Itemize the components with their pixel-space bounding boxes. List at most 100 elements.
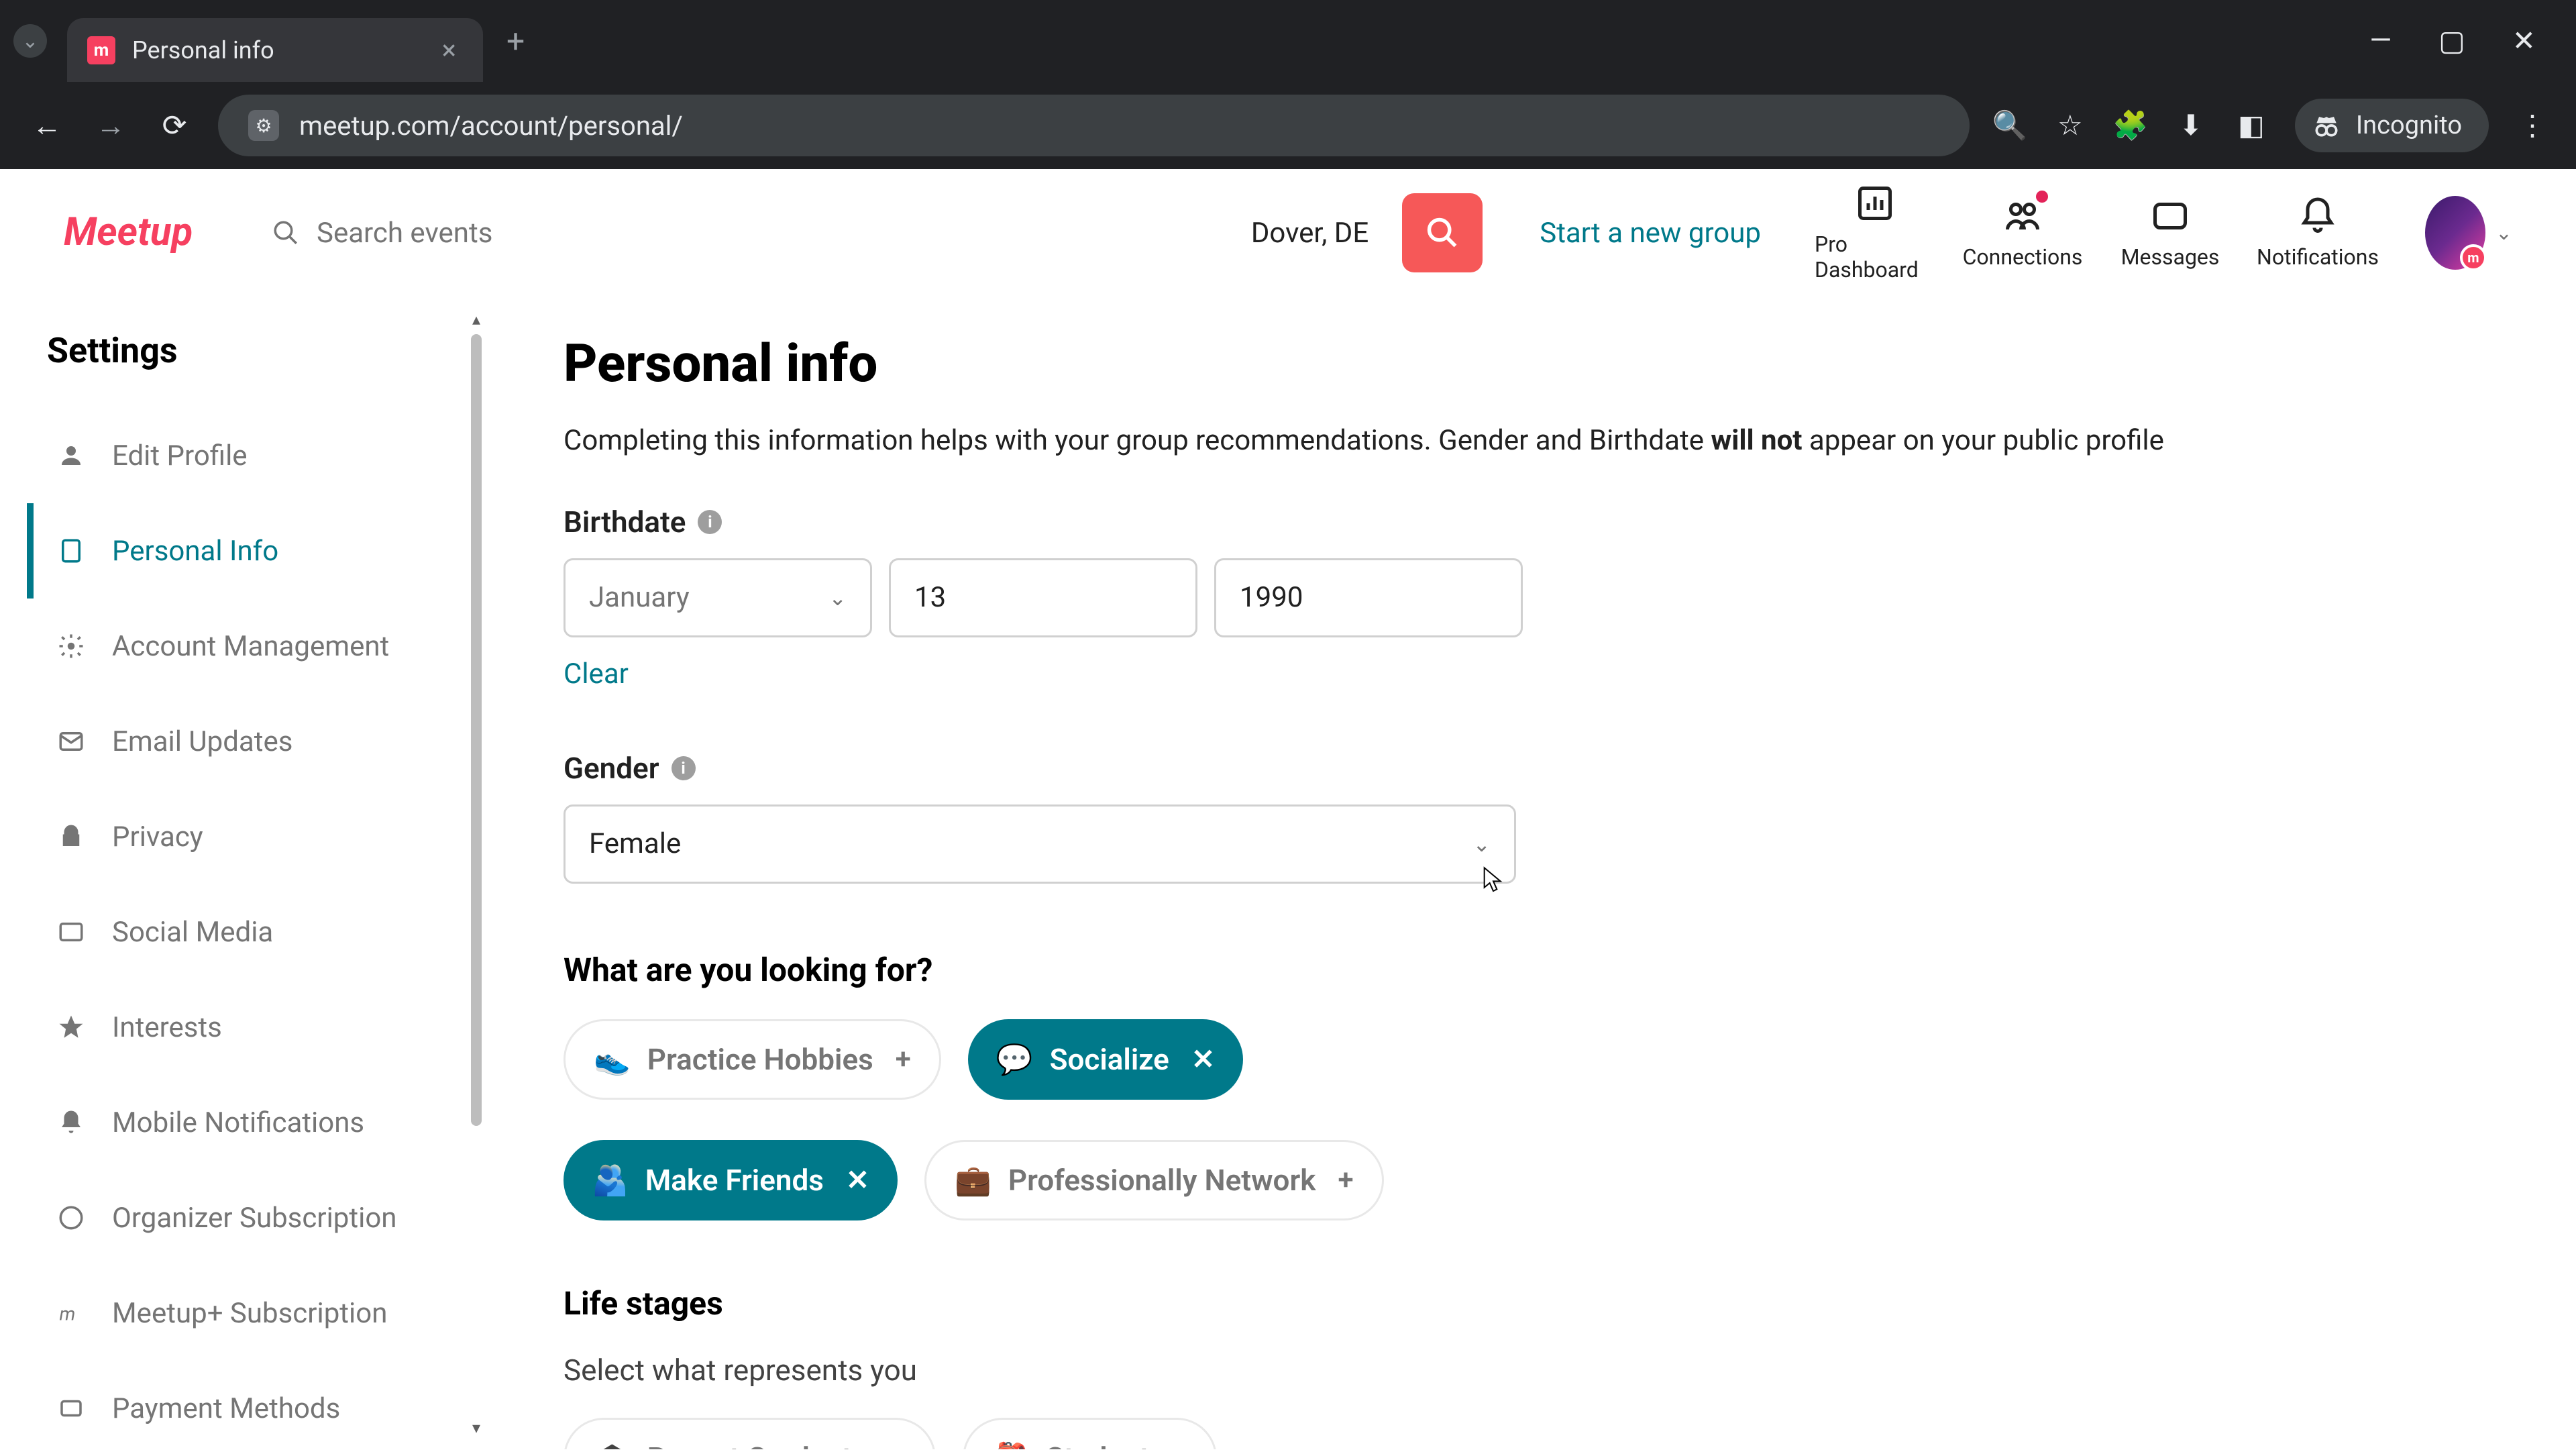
looking-for-chip-make-friends[interactable]: 🫂Make Friends✕ — [564, 1140, 898, 1220]
sidebar-icon — [57, 727, 85, 756]
sidebar-scrollbar[interactable]: ▴ ▾ — [470, 310, 483, 1437]
remove-icon: ✕ — [846, 1163, 869, 1197]
address-bar[interactable]: ⚙ meetup.com/account/personal/ — [218, 95, 1970, 156]
chip-label: Socialize — [1050, 1042, 1169, 1077]
sidebar-icon — [57, 823, 85, 851]
page-description: Completing this information helps with y… — [564, 421, 2496, 461]
sidebar-item-privacy[interactable]: Privacy — [27, 789, 470, 884]
profile-menu[interactable]: m ⌄ — [2425, 189, 2512, 276]
looking-for-chip-professionally-network[interactable]: 💼Professionally Network+ — [924, 1140, 1384, 1220]
search-input[interactable]: Search events — [272, 217, 1238, 250]
chip-emoji: 💬 — [996, 1042, 1033, 1077]
browser-tab[interactable]: m Personal info × — [67, 18, 483, 82]
connections-icon — [2002, 196, 2043, 236]
nav-pro-dashboard[interactable]: Pro Dashboard — [1815, 183, 1935, 282]
scroll-thumb[interactable] — [471, 334, 482, 1126]
birthdate-label: Birthdate i — [564, 505, 2496, 539]
chip-label: Make Friends — [645, 1163, 824, 1198]
menu-icon[interactable]: ⋮ — [2516, 109, 2549, 142]
bookmark-icon[interactable]: ☆ — [2053, 109, 2087, 142]
site-info-icon[interactable]: ⚙ — [248, 110, 279, 141]
sidebar-item-personal-info[interactable]: Personal Info — [27, 503, 470, 599]
extensions-icon[interactable]: 🧩 — [2114, 109, 2147, 142]
location-text[interactable]: Dover, DE — [1251, 217, 1368, 250]
looking-for-heading: What are you looking for? — [564, 951, 2496, 989]
avatar: m — [2425, 196, 2485, 270]
sidebar-item-label: Edit Profile — [112, 439, 248, 472]
downloads-icon[interactable]: ⬇ — [2174, 109, 2208, 142]
tab-search-dropdown[interactable]: ⌄ — [13, 24, 47, 58]
avatar-badge: m — [2460, 244, 2487, 271]
scroll-down-icon[interactable]: ▾ — [470, 1418, 483, 1437]
looking-for-chip-practice-hobbies[interactable]: 👟Practice Hobbies+ — [564, 1019, 941, 1100]
birthdate-day-input[interactable]: 13 — [889, 558, 1197, 637]
gender-select[interactable]: Female ⌄ — [564, 804, 1516, 884]
sidebar-item-social-media[interactable]: Social Media — [27, 884, 470, 980]
minimize-icon[interactable]: — — [2369, 24, 2392, 58]
start-group-link[interactable]: Start a new group — [1540, 217, 1761, 250]
meetup-logo[interactable]: Meetup — [64, 206, 245, 260]
gender-label: Gender i — [564, 751, 2496, 786]
add-icon: + — [1338, 1163, 1354, 1196]
search-placeholder: Search events — [317, 217, 492, 250]
page-title: Personal info — [564, 333, 2496, 395]
back-button[interactable]: ← — [27, 105, 67, 146]
forward-button[interactable]: → — [91, 105, 131, 146]
side-panel-icon[interactable]: ◧ — [2235, 109, 2268, 142]
looking-for-chip-socialize[interactable]: 💬 Socialize ✕ — [968, 1019, 1243, 1100]
incognito-badge[interactable]: Incognito — [2295, 99, 2489, 152]
messages-icon — [2150, 196, 2190, 236]
nav-messages[interactable]: Messages — [2110, 196, 2231, 270]
tab-title: Personal info — [132, 36, 274, 64]
chip-emoji: 🎒 — [993, 1441, 1030, 1449]
life-stages-heading: Life stages — [564, 1284, 2496, 1322]
sidebar-item-mobile-notifications[interactable]: Mobile Notifications — [27, 1075, 470, 1170]
sidebar-icon — [57, 441, 85, 470]
add-icon: + — [890, 1441, 905, 1449]
sidebar-item-label: Mobile Notifications — [112, 1106, 364, 1139]
chevron-down-icon: ⌄ — [2496, 221, 2512, 245]
sidebar-item-label: Payment Methods — [112, 1392, 340, 1425]
chip-emoji: 🎓 — [594, 1441, 631, 1449]
info-icon[interactable]: i — [698, 510, 722, 534]
sidebar-item-account-management[interactable]: Account Management — [27, 599, 470, 694]
sidebar-item-label: Privacy — [112, 821, 203, 853]
nav-notifications[interactable]: Notifications — [2257, 196, 2378, 270]
sidebar-icon — [57, 1013, 85, 1041]
birthdate-year-input[interactable]: 1990 — [1214, 558, 1523, 637]
birthdate-month-select[interactable]: January ⌄ — [564, 558, 872, 637]
info-icon[interactable]: i — [672, 756, 696, 780]
connections-badge — [2036, 191, 2048, 203]
scroll-up-icon[interactable]: ▴ — [470, 310, 483, 329]
sidebar-item-edit-profile[interactable]: Edit Profile — [27, 408, 470, 503]
incognito-icon — [2312, 111, 2341, 140]
reload-button[interactable]: ⟳ — [154, 105, 195, 146]
life-stage-chip-recent-graduate[interactable]: 🎓Recent Graduate+ — [564, 1418, 936, 1449]
life-stage-chip-student[interactable]: 🎒Student+ — [963, 1418, 1218, 1449]
meetup-favicon: m — [87, 36, 115, 64]
chip-label: Practice Hobbies — [647, 1042, 873, 1077]
close-tab-icon[interactable]: × — [442, 34, 456, 66]
remove-icon: ✕ — [1191, 1043, 1215, 1076]
zoom-icon[interactable]: 🔍 — [1993, 109, 2027, 142]
sidebar-title: Settings — [47, 330, 470, 371]
sidebar-item-interests[interactable]: Interests — [27, 980, 470, 1075]
sidebar-item-organizer-subscription[interactable]: Organizer Subscription — [27, 1170, 470, 1265]
close-window-icon[interactable]: ✕ — [2512, 24, 2536, 58]
nav-connections[interactable]: Connections — [1962, 196, 2083, 270]
sidebar-item-payment-methods[interactable]: Payment Methods — [27, 1361, 470, 1456]
sidebar-item-label: Social Media — [112, 916, 273, 949]
search-icon — [272, 219, 300, 247]
sidebar-item-email-updates[interactable]: Email Updates — [27, 694, 470, 789]
svg-text:Meetup: Meetup — [64, 209, 193, 255]
sidebar-item-label: Organizer Subscription — [112, 1202, 396, 1235]
sidebar-item-meetup-subscription[interactable]: mMeetup+ Subscription — [27, 1265, 470, 1361]
clear-birthdate-link[interactable]: Clear — [564, 658, 629, 690]
life-stages-subheading: Select what represents you — [564, 1353, 2496, 1388]
new-tab-button[interactable]: + — [506, 22, 525, 60]
sidebar-icon — [57, 918, 85, 946]
search-button[interactable] — [1402, 193, 1483, 272]
maximize-icon[interactable]: ▢ — [2438, 24, 2465, 58]
dashboard-icon — [1855, 183, 1895, 223]
sidebar-icon — [57, 1394, 85, 1422]
